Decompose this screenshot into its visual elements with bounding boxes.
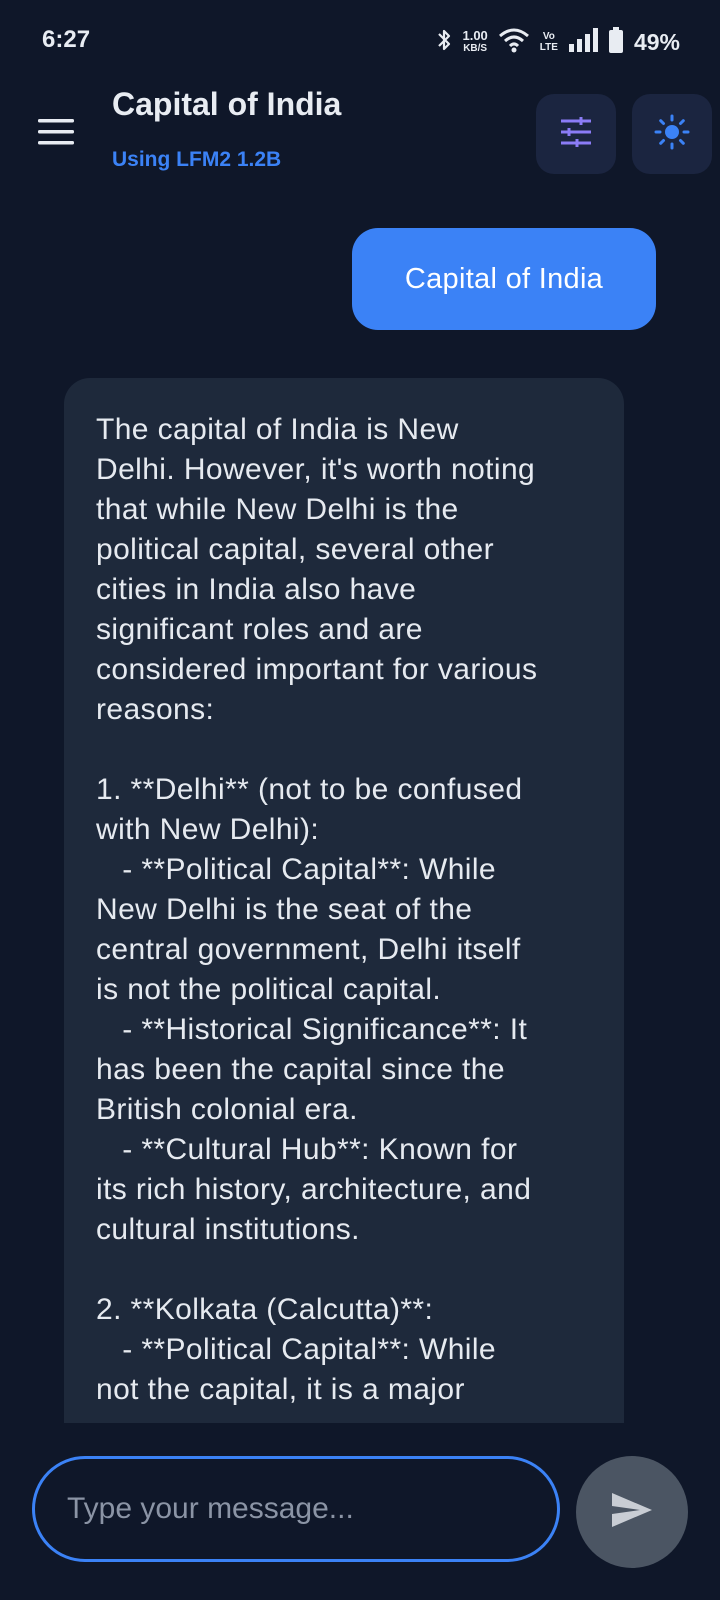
page-title: Capital of India: [112, 86, 342, 122]
send-button[interactable]: [576, 1456, 688, 1568]
signal-icon: [568, 27, 598, 57]
model-subtitle: Using LFM2 1.2B: [112, 148, 282, 171]
message-input[interactable]: [65, 1491, 527, 1527]
theme-toggle-button[interactable]: [632, 94, 712, 174]
settings-button[interactable]: [536, 94, 616, 174]
status-time: 6:27: [42, 26, 91, 53]
send-icon: [610, 1491, 654, 1534]
assistant-message-container: The capital of India is New Delhi. Howev…: [64, 378, 624, 1423]
wifi-icon: [498, 27, 530, 58]
message-input-container[interactable]: [32, 1456, 560, 1562]
hamburger-menu-icon: [38, 118, 74, 150]
menu-button[interactable]: [36, 118, 76, 150]
sun-icon: [654, 114, 690, 155]
bluetooth-icon: [436, 27, 452, 58]
volte-bottom: LTE: [539, 42, 558, 53]
battery-icon: [608, 26, 624, 58]
battery-percent: 49%: [633, 28, 680, 55]
volte-indicator: Vo LTE: [540, 31, 558, 53]
net-speed-value: 1.00: [462, 28, 488, 43]
volte-top: Vo: [542, 31, 555, 42]
assistant-message-text: The capital of India is New Delhi. Howev…: [96, 413, 538, 1406]
net-speed-indicator: 1.00 KB/S: [462, 29, 487, 55]
user-message-bubble: Capital of India: [352, 228, 656, 330]
assistant-message-bubble: The capital of India is New Delhi. Howev…: [64, 378, 624, 1423]
status-icons: 1.00 KB/S Vo LTE 49%: [436, 22, 680, 62]
net-speed-unit: KB/S: [463, 43, 488, 54]
status-bar: 6:27 1.00 KB/S Vo LTE 49%: [0, 0, 720, 84]
sliders-icon: [559, 116, 593, 152]
